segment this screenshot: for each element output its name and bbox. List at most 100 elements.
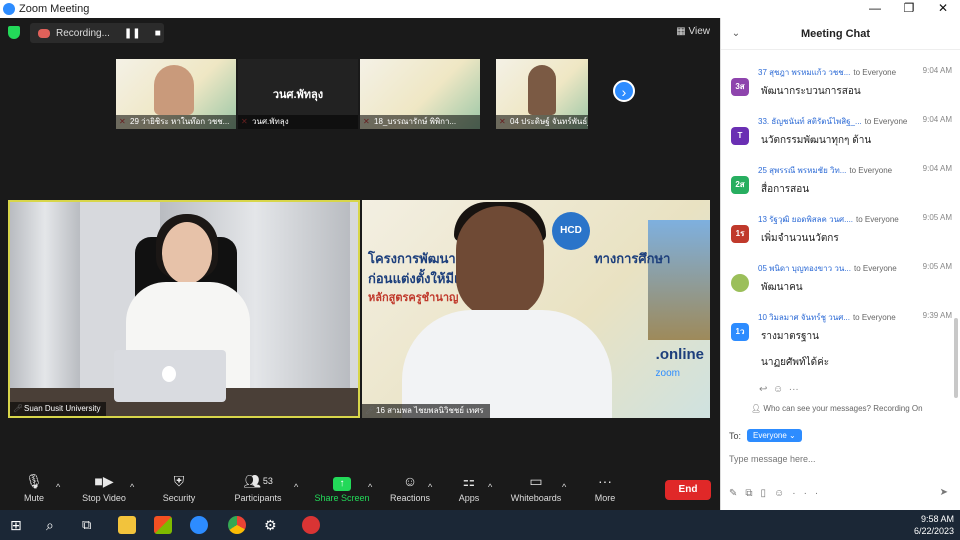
format-text-icon[interactable]: ✎ — [729, 488, 745, 499]
message-time: 9:05 AM — [922, 262, 952, 271]
privacy-text: Who can see your messages? Recording On — [763, 404, 923, 413]
taskbar-clock[interactable]: 9:58 AM 6/22/2023 — [914, 513, 954, 537]
chat-scrollbar[interactable] — [954, 318, 958, 398]
microsoft-store-icon[interactable] — [154, 516, 172, 534]
video-tile-active-speaker[interactable]: 🎤︎ Suan Dusit University — [8, 200, 360, 418]
to-label: To: — [729, 430, 742, 441]
windows-start-icon[interactable]: ⊞ — [10, 516, 28, 534]
message-text-line2: นาฏยศัพท์ได้ค่ะ — [761, 357, 830, 368]
sender-name[interactable]: 25 สุพรรณี พรหมชัย วิท... — [758, 166, 846, 175]
file-icon[interactable]: ▯ — [761, 488, 775, 499]
more-label: More — [594, 493, 616, 503]
whiteboards-button[interactable]: ▭ Whiteboards — [508, 472, 564, 503]
pause-recording-button[interactable]: ❚❚ — [124, 28, 141, 39]
recipient-row: To: Everyone ⌄ — [729, 429, 802, 442]
video-options-chevron-icon[interactable]: ^ — [130, 482, 134, 492]
stop-video-button[interactable]: ■▶ Stop Video — [78, 472, 130, 503]
slide-online-text: .online — [655, 346, 704, 363]
participant-thumbnail[interactable]: ✕ 18_บรรณารักษ์ พิพิกา... — [360, 59, 480, 129]
search-icon[interactable]: ⌕ — [46, 516, 64, 534]
participant-body — [402, 310, 612, 418]
task-view-icon[interactable]: ⧉ — [82, 516, 100, 534]
reactions-options-chevron-icon[interactable]: ^ — [428, 482, 432, 492]
recipient-dropdown[interactable]: Everyone ⌄ — [747, 429, 802, 442]
recording-cloud-icon — [38, 28, 50, 38]
chat-message-input[interactable] — [729, 450, 949, 468]
more-options-icon[interactable]: ··· — [792, 488, 826, 499]
sender-name[interactable]: 10 วิมลมาศ จันทร์ชู วนศ... — [758, 313, 850, 322]
message-time: 9:39 AM — [922, 311, 952, 320]
sender-name[interactable]: 05 พนิดา บุญทองขาว วน... — [758, 264, 851, 273]
recipient-label: to Everyone — [852, 313, 896, 322]
screenshot-icon[interactable]: ⧉ — [745, 488, 760, 499]
end-meeting-button[interactable]: End — [665, 480, 711, 500]
chevron-down-icon[interactable]: ⌄ — [721, 28, 751, 39]
encryption-shield-icon[interactable] — [8, 26, 20, 39]
audio-options-chevron-icon[interactable]: ^ — [56, 482, 60, 492]
share-screen-label: Share Screen — [314, 493, 370, 503]
participant-thumbnail[interactable]: ✕ 04 ประดิษฐ์ จันทร์พันธ์_วน... — [496, 59, 588, 129]
slide-title-line1-right: ทางการศึกษา — [594, 251, 671, 266]
share-options-chevron-icon[interactable]: ^ — [368, 482, 372, 492]
security-button[interactable]: ⛨ Security — [158, 472, 200, 503]
file-explorer-icon[interactable] — [118, 516, 136, 534]
video-tile[interactable]: โครงการพัฒนาขี ทางการศึกษา ก่อนแต่งตั้งใ… — [362, 200, 710, 418]
more-options-icon[interactable]: ··· — [789, 384, 799, 395]
stop-video-label: Stop Video — [82, 493, 126, 503]
next-page-arrow-icon[interactable]: › — [613, 80, 635, 102]
minimize-button[interactable]: — — [858, 0, 892, 16]
clock-date: 6/22/2023 — [913, 526, 954, 536]
apps-icon: ⚏ — [462, 473, 476, 489]
participants-icon: 👥︎ — [243, 473, 261, 489]
message-time: 9:04 AM — [922, 164, 952, 173]
participant-display-name: วนศ.พัทลุง — [272, 89, 324, 101]
avatar — [731, 274, 749, 292]
avatar: T — [731, 127, 749, 145]
recipient-label: to Everyone — [853, 68, 897, 77]
sender-name[interactable]: 13 รัฐวุฒิ ยอดพิสลค วนศ.... — [758, 215, 853, 224]
send-icon[interactable]: ➤ — [940, 487, 948, 498]
participants-options-chevron-icon[interactable]: ^ — [294, 482, 298, 492]
meeting-toolbar: 🎙︎ Mute ^ ■▶ Stop Video ^ ⛨ Security 👥︎ 5… — [0, 466, 720, 510]
recorder-app-icon[interactable] — [302, 516, 320, 534]
laptop — [114, 350, 226, 402]
participant-thumbnail[interactable]: วนศ.พัทลุง ✕ วนศ.พัทลุง — [238, 59, 358, 129]
message-actions: ↩ ☺ ··· — [759, 384, 799, 395]
add-reaction-icon[interactable]: ☺ — [773, 384, 783, 395]
emoji-icon[interactable]: ☺ — [774, 488, 792, 499]
reactions-button[interactable]: ☺ Reactions — [388, 472, 432, 503]
share-screen-icon: ↑ — [333, 477, 351, 491]
participant-name: วนศ.พัทลุง — [238, 115, 358, 129]
smiley-plus-icon: ☺ — [402, 473, 418, 489]
security-label: Security — [162, 493, 196, 503]
chrome-icon[interactable] — [228, 516, 246, 534]
reply-icon[interactable]: ↩ — [759, 384, 767, 395]
meeting-top-bar: Recording... ❚❚ ■ ▦ View — [0, 18, 720, 46]
chat-title: Meeting Chat — [801, 27, 871, 40]
sender-name[interactable]: 33. ธัญชนันท์ สติรัตน์ไพสิฐ_... — [758, 117, 862, 126]
whiteboards-options-chevron-icon[interactable]: ^ — [562, 482, 566, 492]
view-button[interactable]: ▦ View — [676, 26, 710, 37]
chat-privacy-notice[interactable]: 👤︎ Who can see your messages? Recording … — [751, 404, 923, 413]
zoom-logo-icon — [3, 3, 15, 15]
chat-message: T 33. ธัญชนันท์ สติรัตน์ไพสิฐ_... to Ever… — [721, 113, 953, 162]
whiteboards-label: Whiteboards — [510, 493, 562, 503]
zoom-app-icon[interactable] — [190, 516, 208, 534]
stop-recording-button[interactable]: ■ — [155, 28, 161, 39]
meeting-chat-panel: ⌄ Meeting Chat 3ส 37 สุชฎา พรหมแก้ว วชช.… — [720, 18, 960, 510]
chat-message: 1ร 13 รัฐวุฒิ ยอดพิสลค วนศ.... to Everyon… — [721, 211, 953, 260]
apps-options-chevron-icon[interactable]: ^ — [488, 482, 492, 492]
participants-button[interactable]: 👥︎ 53 Participants — [230, 472, 286, 503]
more-button[interactable]: ··· More — [590, 472, 620, 503]
close-button[interactable]: ✕ — [926, 0, 960, 16]
participant-name: 29 ว่ายิชิระ หาในท๊อก วชช... — [116, 115, 236, 129]
apps-button[interactable]: ⚏ Apps — [452, 472, 486, 503]
maximize-button[interactable]: ❐ — [892, 0, 926, 16]
chat-message: 05 พนิดา บุญทองขาว วน... to Everyone 9:05 … — [721, 260, 953, 309]
message-text: สื่อการสอน — [761, 184, 810, 195]
settings-gear-icon[interactable]: ⚙ — [264, 516, 282, 534]
share-screen-button[interactable]: ↑ Share Screen — [314, 472, 370, 503]
mute-button[interactable]: 🎙︎ Mute — [14, 472, 54, 503]
participant-thumbnail[interactable]: ✕ 29 ว่ายิชิระ หาในท๊อก วชช... — [116, 59, 236, 129]
sender-name[interactable]: 37 สุชฎา พรหมแก้ว วชช... — [758, 68, 850, 77]
